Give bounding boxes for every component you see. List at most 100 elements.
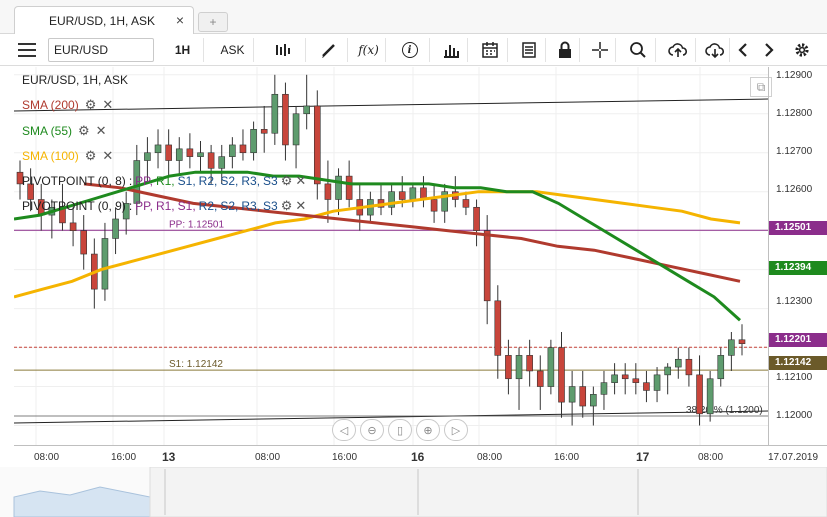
pivot1-pp: PP, xyxy=(135,174,153,188)
candle-body xyxy=(590,394,597,407)
time-tick: 08:00 xyxy=(698,452,724,463)
scroll-left-button[interactable] xyxy=(732,38,754,62)
gear-icon[interactable]: ⚙ xyxy=(85,148,97,164)
new-tab-button[interactable]: + xyxy=(198,12,228,32)
candle-body xyxy=(271,93,279,134)
cloud-download-icon xyxy=(704,43,724,59)
pivot2-s1: S1, xyxy=(177,199,196,213)
candle-body xyxy=(632,378,640,383)
candle-body xyxy=(292,113,300,146)
info-icon: i xyxy=(401,42,418,58)
cloud-upload-icon xyxy=(667,43,687,57)
zoom-tool-button[interactable] xyxy=(620,38,656,62)
close-icon[interactable]: ✕ xyxy=(295,173,306,189)
time-tick-date: 17.07.2019 xyxy=(768,452,819,463)
info-button[interactable]: i xyxy=(390,38,430,62)
pivot2-r1: R1, xyxy=(155,199,175,213)
chart-type-icon[interactable] xyxy=(262,38,306,62)
price-tick: 1.12800 xyxy=(776,108,813,119)
magnifier-icon xyxy=(629,42,646,58)
volume-button[interactable] xyxy=(434,38,468,62)
chart-tab[interactable]: EUR/USD, 1H, ASK × xyxy=(14,6,194,34)
candle-body xyxy=(229,144,236,157)
reset-zoom-icon[interactable]: ▯ xyxy=(388,419,412,441)
close-icon[interactable]: ✕ xyxy=(102,97,113,113)
candle-body xyxy=(536,370,544,387)
tab-bar: EUR/USD, 1H, ASK × + xyxy=(0,0,827,34)
gear-icon[interactable]: ⚙ xyxy=(281,198,293,214)
download-button[interactable] xyxy=(700,38,730,62)
price-axis[interactable]: 1.12900 1.12800 1.12700 1.12600 1.12300 … xyxy=(768,67,827,445)
gear-icon[interactable]: ⚙ xyxy=(85,97,97,113)
sma100-label: SMA (100) xyxy=(22,149,79,163)
candle-body xyxy=(505,355,512,380)
tab-close-icon[interactable]: × xyxy=(176,12,184,28)
upload-button[interactable] xyxy=(660,38,696,62)
close-icon[interactable]: ✕ xyxy=(96,123,107,139)
candle-body xyxy=(664,366,671,376)
time-tick: 08:00 xyxy=(255,452,281,463)
candle-body xyxy=(600,382,608,395)
tab-title: EUR/USD, 1H, ASK xyxy=(49,14,156,28)
timeframe-selector[interactable]: 1H xyxy=(162,38,204,62)
candle-body xyxy=(473,206,480,231)
lock-button[interactable] xyxy=(550,38,580,62)
legend-pivot-1: PIVOTPOINT (0, 8) : PP, R1, S1, R2, S2, … xyxy=(22,173,306,189)
legend-pivot-2: PIVOTPOINT (0, 9) : PP, R1, S1, R2, S2, … xyxy=(22,198,306,214)
next-icon[interactable]: ▷ xyxy=(444,419,468,441)
settings-button[interactable] xyxy=(790,38,814,62)
legend-sma100: SMA (100) ⚙ ✕ xyxy=(22,148,113,164)
time-tick: 08:00 xyxy=(34,452,60,463)
chart-plot-area[interactable]: PP: 1.12501 S1: 1.12142 38.20 % (1.1200) E… xyxy=(14,67,772,445)
close-icon[interactable]: ✕ xyxy=(295,198,306,214)
report-button[interactable] xyxy=(512,38,546,62)
menu-icon[interactable] xyxy=(14,38,40,62)
gear-icon[interactable]: ⚙ xyxy=(281,173,293,189)
pivot1-s3: S3 xyxy=(263,174,278,188)
price-tick: 1.12000 xyxy=(776,410,813,421)
sma55-line xyxy=(14,170,742,322)
close-icon[interactable]: ✕ xyxy=(102,148,113,164)
crosshair-button[interactable] xyxy=(584,38,616,62)
candle-body xyxy=(462,199,470,208)
price-tick: 1.12900 xyxy=(776,70,813,81)
pivot1-s2: S2, xyxy=(220,174,239,188)
chevron-left-icon xyxy=(738,43,747,57)
draw-tool-icon[interactable] xyxy=(310,38,348,62)
candle-body xyxy=(303,105,310,115)
candle-body xyxy=(218,156,226,169)
s1-line-label: S1: 1.12142 xyxy=(169,359,223,370)
navigator-strip[interactable] xyxy=(0,466,827,517)
candle-body xyxy=(175,148,183,161)
prev-icon[interactable]: ◁ xyxy=(332,419,356,441)
time-axis[interactable]: 08:00 16:00 13 08:00 16:00 16 08:00 16:0… xyxy=(14,445,827,467)
zoom-controls: ◁ ⊖ ▯ ⊕ ▷ xyxy=(332,419,468,441)
pivot1-sep: : xyxy=(128,174,133,188)
candle-body xyxy=(717,355,725,380)
candle-body xyxy=(69,222,77,231)
pivot2-pp: PP, xyxy=(135,199,153,213)
zoom-out-icon[interactable]: ⊖ xyxy=(360,419,384,441)
calendar-button[interactable] xyxy=(472,38,508,62)
lock-icon xyxy=(558,41,571,58)
candle-body xyxy=(547,347,555,387)
candle-body xyxy=(197,152,204,157)
pivot1-r3: R3, xyxy=(241,174,261,188)
gear-icon[interactable]: ⚙ xyxy=(78,123,90,139)
candle-body xyxy=(483,230,491,302)
pp-price-tag: 1.12501 xyxy=(769,221,827,235)
candle-body xyxy=(611,374,618,383)
candle-body xyxy=(80,230,88,255)
sma200-label: SMA (200) xyxy=(22,98,79,112)
price-tick: 1.12600 xyxy=(776,184,813,195)
last-price-tag: 1.12201 xyxy=(769,333,827,347)
pivot2-prefix: PIVOTPOINT (0, 9) xyxy=(22,199,126,213)
candle-body xyxy=(260,129,268,134)
scroll-right-button[interactable] xyxy=(758,38,780,62)
time-tick-day: 13 xyxy=(162,450,176,464)
price-tick: 1.12100 xyxy=(776,372,813,383)
symbol-input[interactable]: EUR/USD xyxy=(48,38,154,62)
price-side-selector[interactable]: ASK xyxy=(212,38,254,62)
indicators-button[interactable]: f(x) xyxy=(352,38,386,62)
zoom-in-icon[interactable]: ⊕ xyxy=(416,419,440,441)
